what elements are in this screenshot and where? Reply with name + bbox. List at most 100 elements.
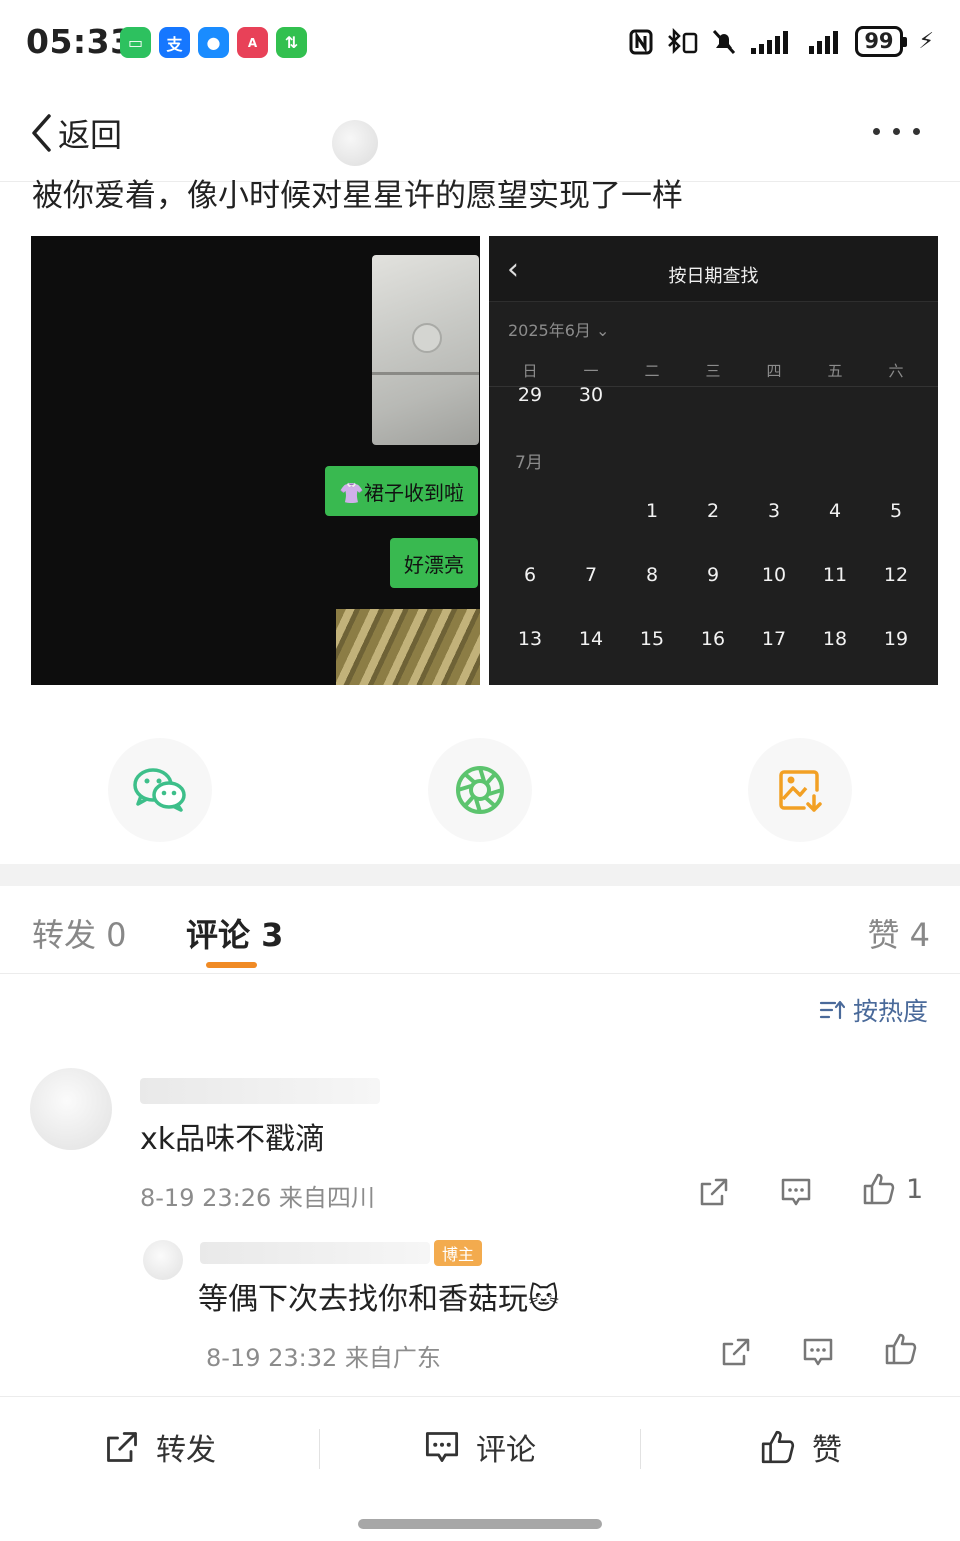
sort-icon [819,1000,845,1020]
calendar-header: ‹ 按日期查找 [489,236,938,302]
share-moments-button[interactable] [428,738,532,842]
calendar-weekday: 三 [705,362,721,380]
more-options-button[interactable] [873,128,920,135]
alipay-app-icon: 支 [159,27,190,58]
bottom-separator [640,1429,641,1469]
calendar-title: 按日期查找 [668,266,759,287]
save-image-button[interactable] [748,738,852,842]
calendar-day: 18 [822,628,848,650]
nav-bar: 返回 [0,86,960,182]
calendar-weekday: 一 [583,362,599,380]
status-indicators: 99 ⚡ [629,26,934,57]
post-image-chat[interactable]: 👚裙子收到啦 好漂亮 [31,236,480,685]
comment-icon [781,1178,811,1206]
calendar-weekday: 四 [766,362,782,380]
calendar-day: 13 [517,628,543,650]
replier-avatar[interactable] [143,1240,183,1280]
bottom-action-bar: 转发 评论 赞 [0,1396,960,1541]
commenter-name[interactable] [140,1078,380,1104]
tab-likes[interactable]: 赞 4 [867,910,930,956]
calendar-day: 7 [584,564,598,586]
calendar-day: 1 [645,500,659,522]
calendar-day: 19 [883,628,909,650]
package-stripe [372,372,479,375]
calendar-day: 5 [889,500,903,522]
calendar-day: 15 [639,628,665,650]
comment-share-button[interactable] [698,1176,730,1208]
interaction-tabs: 转发 0 评论 3 赞 4 [0,886,960,974]
back-label: 返回 [58,116,123,154]
thumbs-up-icon [885,1333,917,1365]
dot-icon [873,128,880,135]
calendar-day: 16 [700,628,726,650]
calendar-day: 8 [645,564,659,586]
reply-reply-button[interactable] [802,1336,834,1368]
moments-icon [456,766,504,814]
comment-reply-button[interactable] [780,1176,812,1208]
comment-icon [803,1338,833,1366]
reply-meta: 8-19 23:32 来自广东 [206,1344,441,1372]
repost-button[interactable]: 转发 [104,1425,216,1469]
calendar-day: 2 [706,500,720,522]
chevron-down-icon: ⌄ [596,321,610,340]
reply-share-button[interactable] [720,1336,752,1368]
calendar-month-select: 2025年6月 ⌄ [508,317,609,341]
mute-icon [713,29,736,54]
home-indicator[interactable] [358,1519,602,1529]
thumbs-up-icon [863,1173,895,1205]
back-button[interactable]: 返回 [30,110,122,156]
signal-icon-1 [751,30,789,54]
save-image-icon [779,770,822,812]
commenter-avatar[interactable] [30,1068,112,1150]
author-badge-label: 博主 [442,1245,475,1264]
comment-like-button[interactable]: 1 [862,1172,923,1206]
chevron-left-icon [32,114,51,152]
chat-bubble: 好漂亮 [390,538,478,588]
like-button[interactable]: 赞 [760,1425,842,1469]
post-text: 被你爱着，像小时候对星星许的愿望实现了一样 [32,178,683,214]
message-app-icon: ● [198,27,229,58]
wechat-icon [133,768,186,812]
calendar-day: 12 [883,564,909,586]
battery-indicator: 99 [855,26,907,57]
chat-bubble: 👚裙子收到啦 [325,466,478,516]
status-time: 05:33 [26,22,134,61]
comment-text: xk品味不戳滴 [140,1122,326,1157]
comment-label: 评论 [476,1433,536,1468]
calendar-day: 10 [761,564,787,586]
charging-icon: ⚡ [918,29,934,54]
wechat-app-icon: ▭ [120,27,151,58]
active-tab-indicator [206,962,257,968]
chat-photo-package [372,255,479,445]
author-avatar[interactable] [332,120,378,166]
package-seal [412,323,442,353]
share-icon [107,1432,137,1462]
bottom-separator [319,1429,320,1469]
share-icon [722,1338,750,1366]
reply-like-button[interactable] [884,1332,918,1366]
calendar-day: 3 [767,500,781,522]
transfer-app-icon: ⇅ [276,27,307,58]
tab-repost[interactable]: 转发 0 [32,910,127,956]
calendar-weekday: 日 [522,362,538,380]
section-divider [0,864,960,886]
signal-icon-2 [809,30,839,54]
tab-comments[interactable]: 评论 3 [186,910,283,956]
calendar-month-value: 2025年6月 [508,321,591,340]
comment-icon [425,1432,459,1462]
like-label: 赞 [812,1433,842,1468]
sort-button[interactable]: 按热度 [819,992,928,1028]
reply-text: 等偶下次去找你和香菇玩🐱 [198,1282,560,1317]
repost-label: 转发 [156,1433,216,1468]
share-wechat-button[interactable] [108,738,212,842]
sort-label: 按热度 [852,997,928,1026]
calendar-weekday: 二 [644,362,660,380]
nfc-icon [629,29,653,54]
appgallery-app-icon: A [237,27,268,58]
calendar-day: 6 [523,564,537,586]
calendar-day: 14 [578,628,604,650]
comment-button[interactable]: 评论 [424,1425,536,1469]
replier-name[interactable] [200,1242,430,1264]
bluetooth-icon [668,27,698,54]
post-image-calendar[interactable]: ‹ 按日期查找 2025年6月 ⌄ 日一二三四五六 29 30 7月 12345… [489,236,938,685]
